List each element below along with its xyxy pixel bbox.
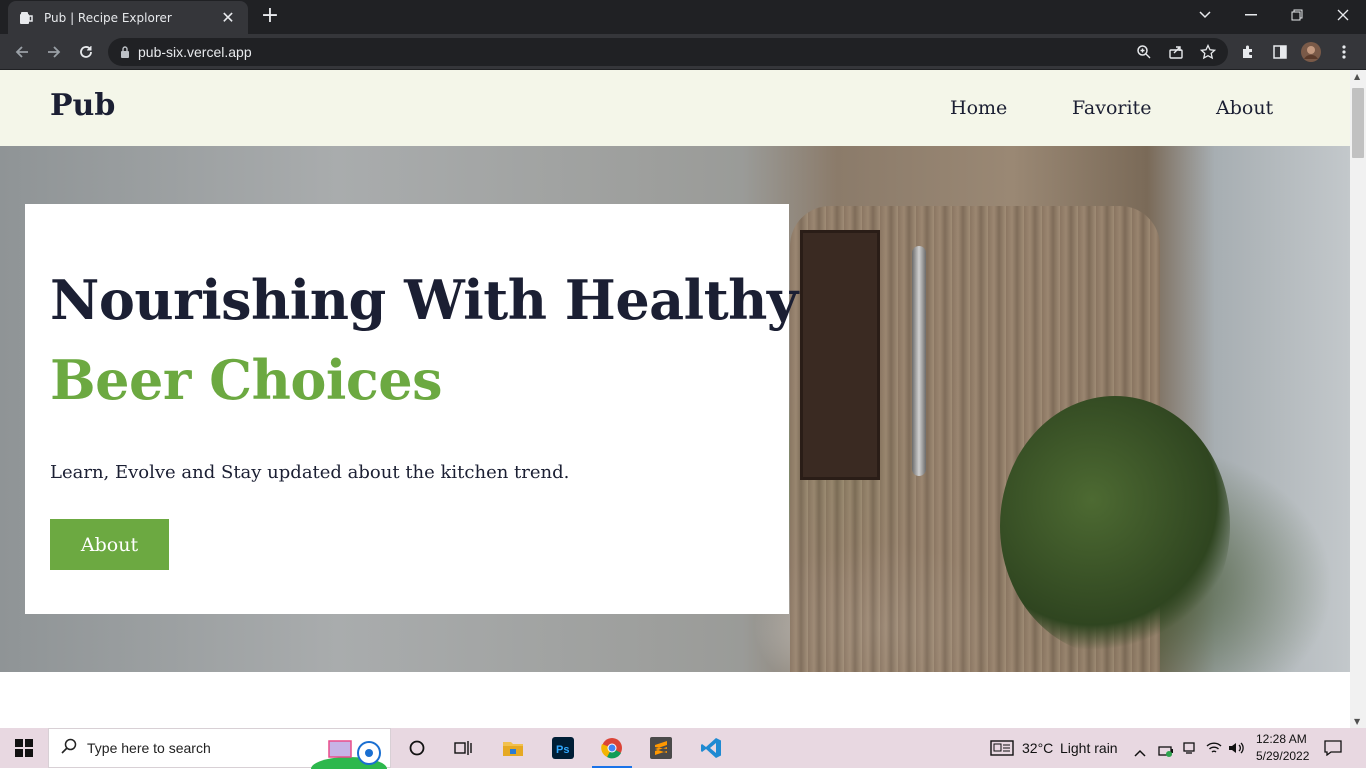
site-logo[interactable]: Pub xyxy=(50,88,115,123)
chrome-icon[interactable] xyxy=(589,728,635,768)
browser-tab[interactable]: Pub | Recipe Explorer ✕ xyxy=(8,1,248,34)
clock-time[interactable]: 12:28 AM xyxy=(1256,732,1307,746)
about-button[interactable]: About xyxy=(50,519,169,570)
windows-taskbar: Type here to search Ps 32°C Light rain 1… xyxy=(0,728,1366,773)
back-arrow-icon[interactable] xyxy=(10,40,34,64)
site-header: Pub Home Favorite About xyxy=(0,70,1350,146)
tab-search-chevron-icon[interactable] xyxy=(1182,0,1228,30)
share-icon[interactable] xyxy=(1166,42,1186,62)
browser-menu-icon[interactable] xyxy=(1334,42,1354,62)
bookmark-star-icon[interactable] xyxy=(1198,42,1218,62)
svg-text:Ps: Ps xyxy=(556,744,569,756)
search-placeholder: Type here to search xyxy=(87,740,211,756)
weather-temperature[interactable]: 32°C xyxy=(1022,740,1053,756)
windows-start-icon[interactable] xyxy=(0,728,48,768)
file-explorer-icon[interactable] xyxy=(490,728,536,768)
address-bar[interactable]: pub-six.vercel.app xyxy=(108,38,1228,66)
nav-home-link[interactable]: Home xyxy=(950,97,1007,119)
window-close-icon[interactable] xyxy=(1320,0,1366,30)
scrollbar-thumb[interactable] xyxy=(1352,88,1364,158)
scroll-up-icon[interactable]: ▲ xyxy=(1354,72,1360,81)
hero-section: Nourishing With Healthy Beer Choices Lea… xyxy=(0,146,1350,672)
weather-icon[interactable] xyxy=(990,740,1014,760)
page-viewport: Pub Home Favorite About Nourishing With … xyxy=(0,70,1350,728)
restore-icon[interactable] xyxy=(1274,0,1320,30)
browser-tabstrip: Pub | Recipe Explorer ✕ + xyxy=(0,0,1366,34)
vscode-icon[interactable] xyxy=(688,728,734,768)
device-icon[interactable] xyxy=(1182,740,1196,759)
sublime-text-icon[interactable] xyxy=(638,728,684,768)
extensions-puzzle-icon[interactable] xyxy=(1238,42,1258,62)
taskbar-search-box[interactable]: Type here to search xyxy=(48,728,391,773)
cortana-icon[interactable] xyxy=(394,728,440,768)
weather-description[interactable]: Light rain xyxy=(1060,740,1118,756)
wifi-icon[interactable] xyxy=(1206,740,1222,759)
hero-card: Nourishing With Healthy Beer Choices Lea… xyxy=(25,204,798,614)
volume-icon[interactable] xyxy=(1228,740,1246,759)
battery-icon[interactable] xyxy=(1158,742,1174,761)
page-scrollbar[interactable]: ▲ ▼ xyxy=(1350,70,1366,728)
chevron-up-icon[interactable] xyxy=(1134,742,1146,761)
url-text[interactable]: pub-six.vercel.app xyxy=(138,44,252,60)
nav-favorite-link[interactable]: Favorite xyxy=(1072,97,1151,119)
nav-about-link[interactable]: About xyxy=(1216,97,1273,119)
side-panel-icon[interactable] xyxy=(1270,42,1290,62)
photoshop-icon[interactable]: Ps xyxy=(540,728,586,768)
tab-title: Pub | Recipe Explorer xyxy=(44,10,172,25)
clock-date[interactable]: 5/29/2022 xyxy=(1256,749,1309,763)
beer-mug-favicon-icon xyxy=(18,10,34,26)
new-tab-button[interactable]: + xyxy=(258,5,282,29)
task-view-icon[interactable] xyxy=(440,728,486,768)
search-highlight-icon xyxy=(311,731,387,773)
forward-arrow-icon[interactable] xyxy=(42,40,66,64)
lock-icon[interactable] xyxy=(120,43,130,62)
scroll-down-icon[interactable]: ▼ xyxy=(1354,717,1360,726)
hero-title-line1: Nourishing With Healthy xyxy=(50,268,798,332)
search-icon xyxy=(61,738,77,758)
reload-icon[interactable] xyxy=(74,40,98,64)
notification-icon[interactable] xyxy=(1324,740,1342,760)
tab-close-icon[interactable]: ✕ xyxy=(218,8,238,27)
hero-title-line2: Beer Choices xyxy=(50,348,443,412)
hero-subtitle: Learn, Evolve and Stay updated about the… xyxy=(50,462,570,483)
browser-toolbar: pub-six.vercel.app xyxy=(0,34,1366,70)
zoom-icon[interactable] xyxy=(1134,42,1154,62)
profile-avatar[interactable] xyxy=(1301,42,1321,62)
minimize-icon[interactable] xyxy=(1228,0,1274,30)
